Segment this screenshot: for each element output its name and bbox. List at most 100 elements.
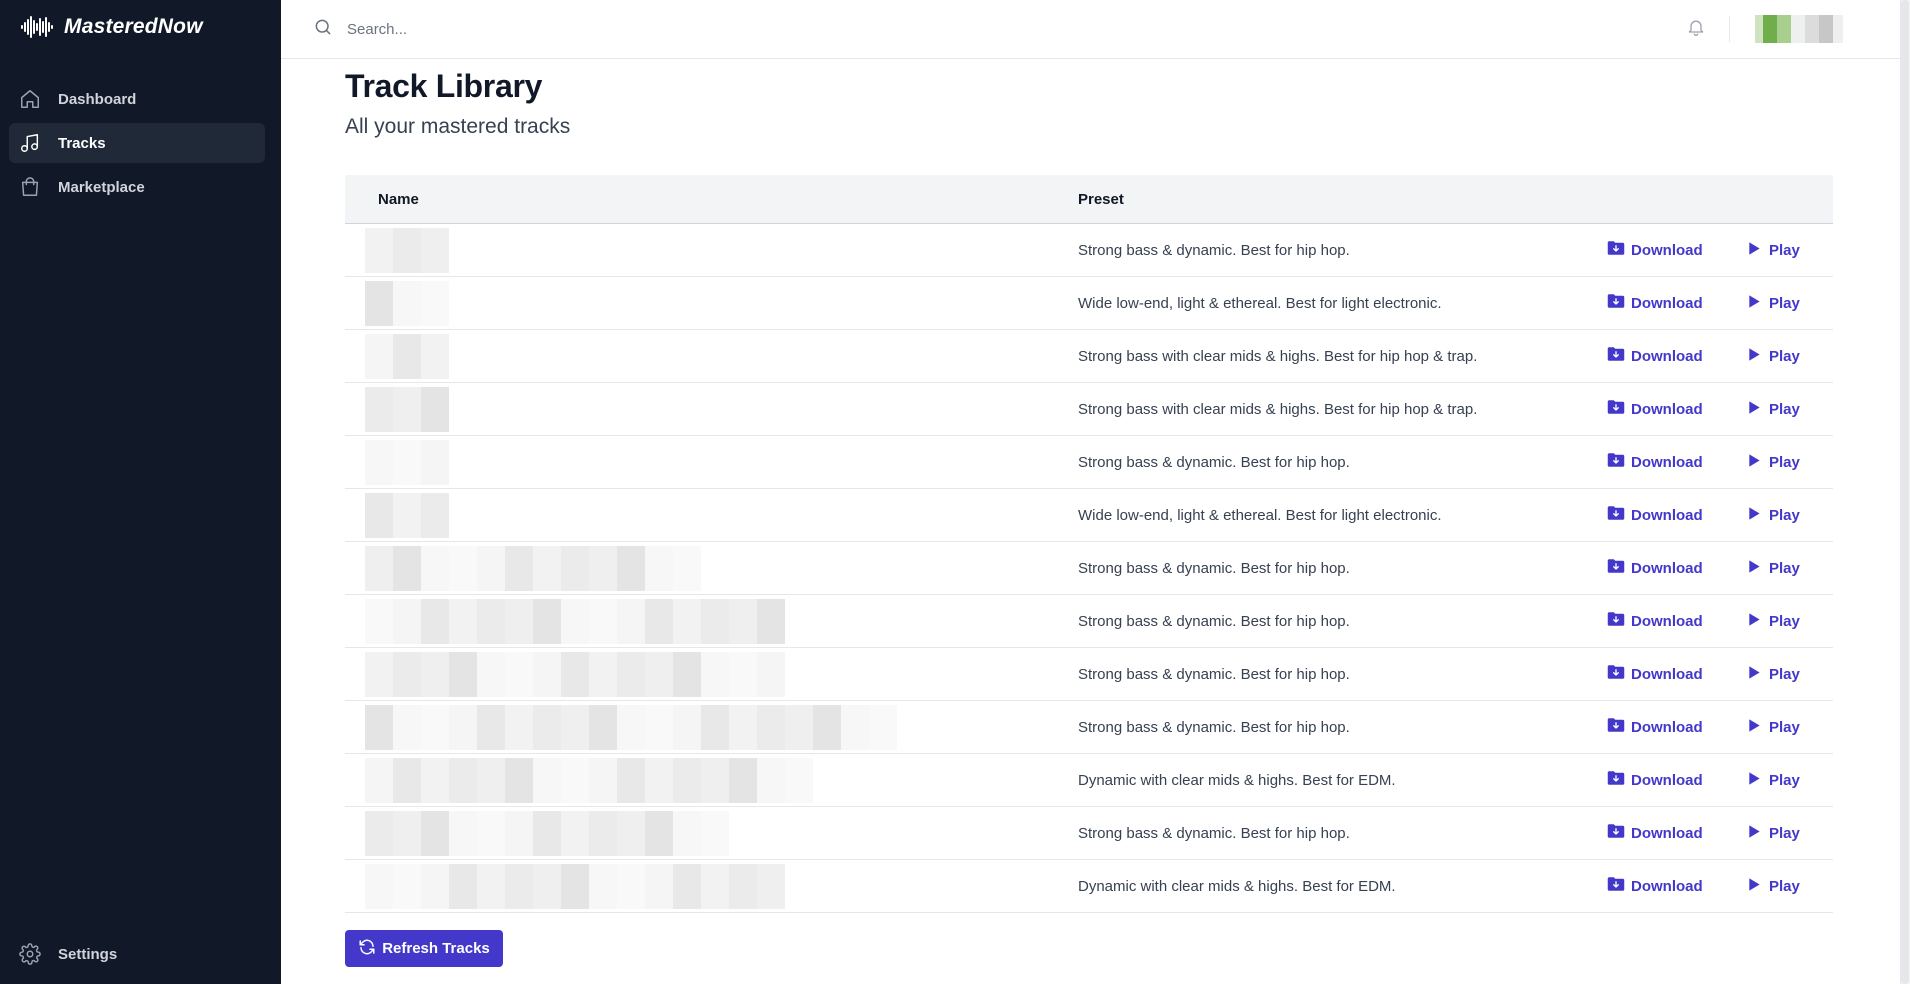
download-button[interactable]: Download: [1607, 754, 1703, 806]
track-name-redacted: [365, 652, 785, 697]
track-name-redacted: [365, 440, 449, 485]
play-icon: [1747, 453, 1761, 472]
refresh-tracks-label: Refresh Tracks: [382, 940, 490, 957]
download-button[interactable]: Download: [1607, 277, 1703, 329]
download-button[interactable]: Download: [1607, 595, 1703, 647]
table-row: Strong bass & dynamic. Best for hip hop.…: [345, 807, 1833, 860]
music-note-icon: [18, 131, 42, 155]
app-name: MasteredNow: [64, 15, 203, 38]
play-icon: [1747, 506, 1761, 525]
folder-download-icon: [1607, 717, 1625, 737]
track-name-redacted: [365, 705, 897, 750]
sidebar-item-label: Dashboard: [58, 90, 137, 108]
track-name-redacted: [365, 387, 449, 432]
download-button[interactable]: Download: [1607, 807, 1703, 859]
play-button[interactable]: Play: [1747, 224, 1800, 276]
track-preset: Dynamic with clear mids & highs. Best fo…: [1078, 771, 1396, 789]
sidebar-item-marketplace[interactable]: Marketplace: [9, 167, 265, 207]
play-button[interactable]: Play: [1747, 648, 1800, 700]
play-button[interactable]: Play: [1747, 860, 1800, 912]
play-button[interactable]: Play: [1747, 383, 1800, 435]
sidebar-item-settings[interactable]: Settings: [9, 934, 265, 974]
download-label: Download: [1631, 506, 1703, 524]
play-button[interactable]: Play: [1747, 436, 1800, 488]
play-button[interactable]: Play: [1747, 489, 1800, 541]
download-label: Download: [1631, 877, 1703, 895]
play-button[interactable]: Play: [1747, 754, 1800, 806]
track-preset: Strong bass & dynamic. Best for hip hop.: [1078, 612, 1350, 630]
play-button[interactable]: Play: [1747, 595, 1800, 647]
bell-icon: [1686, 16, 1706, 43]
track-name-redacted: [365, 758, 813, 803]
play-label: Play: [1769, 294, 1800, 312]
download-button[interactable]: Download: [1607, 330, 1703, 382]
sidebar-item-tracks[interactable]: Tracks: [9, 123, 265, 163]
play-button[interactable]: Play: [1747, 701, 1800, 753]
waveform-logo-icon: [21, 16, 53, 38]
download-label: Download: [1631, 241, 1703, 259]
download-button[interactable]: Download: [1607, 436, 1703, 488]
download-button[interactable]: Download: [1607, 860, 1703, 912]
sidebar-item-dashboard[interactable]: Dashboard: [9, 79, 265, 119]
download-button[interactable]: Download: [1607, 648, 1703, 700]
play-label: Play: [1769, 877, 1800, 895]
folder-download-icon: [1607, 399, 1625, 419]
column-header-preset: Preset: [1078, 190, 1124, 208]
sidebar-item-label: Settings: [58, 945, 118, 963]
app-logo[interactable]: MasteredNow: [20, 12, 203, 42]
sidebar-item-label: Tracks: [58, 134, 106, 152]
download-button[interactable]: Download: [1607, 701, 1703, 753]
play-icon: [1747, 824, 1761, 843]
download-button[interactable]: Download: [1607, 542, 1703, 594]
play-icon: [1747, 559, 1761, 578]
folder-download-icon: [1607, 611, 1625, 631]
play-label: Play: [1769, 347, 1800, 365]
track-preset: Strong bass & dynamic. Best for hip hop.: [1078, 718, 1350, 736]
folder-download-icon: [1607, 558, 1625, 578]
avatar[interactable]: [1755, 12, 1863, 46]
track-name-redacted: [365, 281, 449, 326]
track-name-redacted: [365, 864, 785, 909]
play-label: Play: [1769, 241, 1800, 259]
table-header: Name Preset: [345, 175, 1833, 224]
play-icon: [1747, 612, 1761, 631]
table-row: Wide low-end, light & ethereal. Best for…: [345, 277, 1833, 330]
notifications-button[interactable]: [1683, 16, 1709, 42]
download-label: Download: [1631, 559, 1703, 577]
folder-download-icon: [1607, 293, 1625, 313]
search-input[interactable]: [347, 20, 947, 38]
table-row: Strong bass & dynamic. Best for hip hop.…: [345, 648, 1833, 701]
download-button[interactable]: Download: [1607, 383, 1703, 435]
table-row: Strong bass & dynamic. Best for hip hop.…: [345, 436, 1833, 489]
play-button[interactable]: Play: [1747, 277, 1800, 329]
track-name-redacted: [365, 546, 701, 591]
play-icon: [1747, 877, 1761, 896]
table-row: Dynamic with clear mids & highs. Best fo…: [345, 754, 1833, 807]
refresh-tracks-button[interactable]: Refresh Tracks: [345, 930, 503, 967]
folder-download-icon: [1607, 505, 1625, 525]
refresh-icon: [358, 938, 376, 960]
track-name-redacted: [365, 493, 449, 538]
scrollbar-thumb[interactable]: [1901, 0, 1909, 984]
track-preset: Strong bass & dynamic. Best for hip hop.: [1078, 665, 1350, 683]
folder-download-icon: [1607, 876, 1625, 896]
play-label: Play: [1769, 612, 1800, 630]
download-button[interactable]: Download: [1607, 224, 1703, 276]
play-button[interactable]: Play: [1747, 807, 1800, 859]
download-label: Download: [1631, 453, 1703, 471]
play-icon: [1747, 400, 1761, 419]
play-button[interactable]: Play: [1747, 542, 1800, 594]
play-label: Play: [1769, 559, 1800, 577]
download-label: Download: [1631, 718, 1703, 736]
play-icon: [1747, 347, 1761, 366]
tracks-table: Name Preset Strong bass & dynamic. Best …: [345, 175, 1833, 913]
play-button[interactable]: Play: [1747, 330, 1800, 382]
table-row: Strong bass & dynamic. Best for hip hop.…: [345, 542, 1833, 595]
top-bar: [281, 0, 1900, 59]
download-button[interactable]: Download: [1607, 489, 1703, 541]
sidebar-settings: Settings: [9, 934, 265, 978]
table-row: Strong bass & dynamic. Best for hip hop.…: [345, 224, 1833, 277]
table-row: Strong bass & dynamic. Best for hip hop.…: [345, 595, 1833, 648]
folder-download-icon: [1607, 823, 1625, 843]
track-preset: Wide low-end, light & ethereal. Best for…: [1078, 294, 1442, 312]
